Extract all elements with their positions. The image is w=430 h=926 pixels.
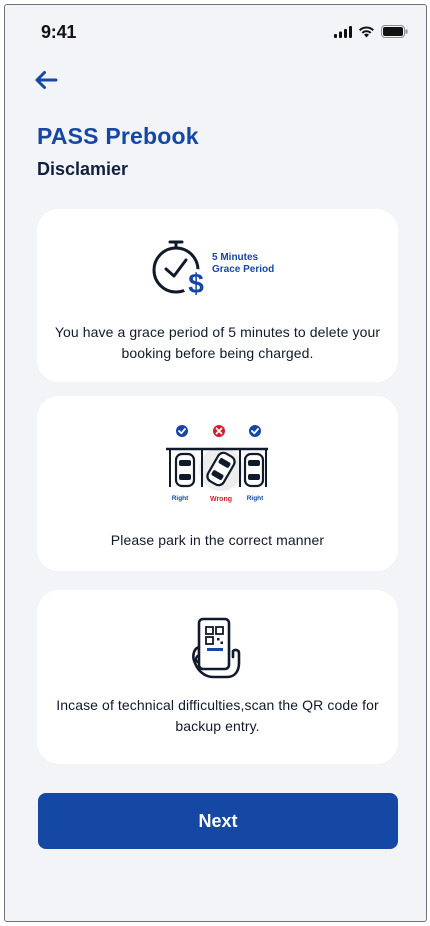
phone-qr-hand-icon [192, 617, 241, 679]
status-icons [334, 25, 408, 38]
grace-label-line1: 5 Minutes [212, 252, 259, 263]
right-label-right: Right [247, 495, 264, 502]
status-bar: 9:41 [5, 5, 426, 57]
back-button[interactable] [31, 65, 61, 95]
grace-period-illustration: $ 5 Minutes Grace Period [150, 239, 290, 301]
phone-screen: 9:41 PASS Prebook Disclamier $ 5 Minutes… [4, 4, 427, 922]
wrong-label: Wrong [210, 496, 232, 503]
grace-label-line2: Grace Period [212, 264, 275, 275]
status-time: 9:41 [41, 22, 77, 42]
grace-period-card: $ 5 Minutes Grace Period You have a grac… [37, 209, 398, 382]
signal-icon [334, 25, 352, 38]
page-title: PASS Prebook [37, 123, 199, 149]
wifi-icon [359, 25, 374, 37]
parking-cars-icon: Right Wrong Right [166, 425, 268, 503]
grace-period-text: You have a grace period of 5 minutes to … [54, 324, 381, 361]
qr-illustration [191, 617, 247, 679]
arrow-left-icon [35, 71, 58, 89]
qr-backup-card: Incase of technical difficulties,scan th… [37, 590, 398, 764]
battery-icon [381, 25, 408, 38]
qr-backup-text: Incase of technical difficulties,scan th… [56, 697, 379, 734]
park-manner-card: Right Wrong Right Please park in the cor… [37, 396, 398, 571]
page-subtitle: Disclamier [37, 159, 129, 179]
parking-illustration: Right Wrong Right [164, 421, 270, 507]
next-button[interactable]: Next [38, 793, 398, 849]
svg-text:$: $ [188, 268, 204, 299]
clock-dollar-icon: $ [152, 240, 210, 299]
right-label-left: Right [172, 495, 189, 502]
park-manner-text: Please park in the correct manner [110, 532, 325, 548]
